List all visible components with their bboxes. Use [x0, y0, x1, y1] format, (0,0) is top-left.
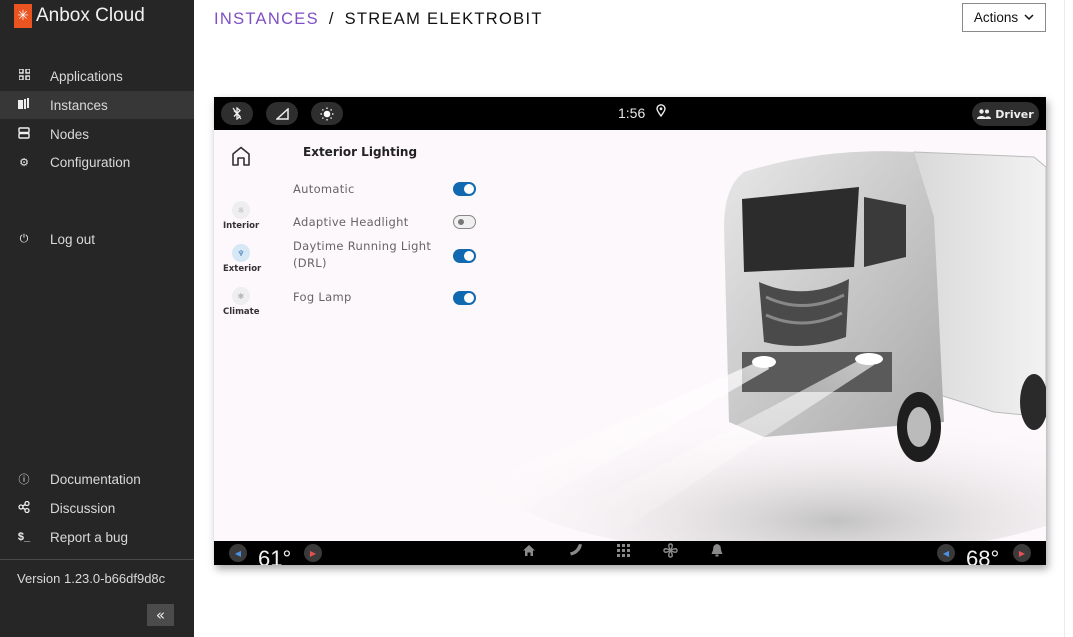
snowflake-icon: ❄ [232, 287, 250, 305]
actions-button[interactable]: Actions [962, 3, 1046, 32]
sidebar-item-label: Configuration [50, 154, 131, 170]
instances-icon [17, 97, 31, 113]
stream-status-bar: 1:56 Driver [214, 97, 1046, 130]
left-temp-decrease-button[interactable]: ◀ [229, 544, 247, 562]
sidebar-item-report-bug[interactable]: $_ Report a bug [0, 523, 194, 551]
apps-grid-icon[interactable] [613, 543, 633, 561]
sidebar-item-label: Instances [50, 97, 108, 113]
anbox-logo-icon: ✳ [14, 4, 32, 28]
version-label: Version 1.23.0-b66df9d8c [17, 571, 166, 586]
brightness-button[interactable] [311, 102, 343, 125]
logout-label: Log out [50, 231, 96, 247]
truck-image [474, 151, 1046, 542]
bluetooth-off-icon [232, 107, 242, 120]
fan-icon[interactable] [660, 543, 680, 562]
sidebar-item-documentation[interactable]: ⓘ Documentation [0, 465, 194, 493]
people-icon [977, 109, 992, 119]
side-nav-exterior[interactable]: ♆ Exterior [223, 244, 262, 274]
bell-icon[interactable] [707, 543, 727, 561]
automatic-toggle[interactable] [453, 182, 476, 196]
share-icon [17, 500, 31, 516]
terminal-icon: $_ [17, 531, 31, 543]
adaptive-headlight-toggle[interactable] [453, 215, 476, 229]
logo[interactable]: ✳ Anbox Cloud [14, 4, 145, 28]
chevron-left-icon: ◀ [234, 548, 242, 558]
drl-toggle[interactable] [453, 249, 476, 263]
right-temp-increase-button[interactable]: ▶ [1013, 544, 1031, 562]
driver-profile-button[interactable]: Driver [972, 102, 1039, 126]
applications-icon [17, 68, 31, 83]
sidebar-item-label: Discussion [50, 500, 116, 516]
sidebar-item-label: Applications [50, 68, 123, 84]
left-temperature: 61° [258, 546, 292, 565]
panel-title: Exterior Lighting [303, 145, 418, 159]
page-title: STREAM ELEKTROBIT [344, 10, 543, 28]
clock: 1:56 [618, 105, 646, 121]
side-nav-label: Interior [223, 221, 260, 231]
brand-name: Anbox Cloud [36, 5, 145, 26]
gear-icon: ⚙ [19, 156, 29, 169]
instance-stream-view[interactable]: 1:56 Driver Exterior Lighting ☼ Interior… [214, 97, 1046, 565]
setting-drl-label: Daytime Running Light (DRL) [293, 239, 432, 270]
brightness-icon [320, 107, 334, 120]
side-nav-label: Climate [223, 307, 260, 317]
breadcrumb-separator: / [328, 10, 335, 28]
sidebar-item-configuration[interactable]: ⚙ Configuration [0, 148, 194, 176]
right-temp-decrease-button[interactable]: ◀ [937, 544, 955, 562]
page-edge-divider [1064, 0, 1065, 637]
collapse-sidebar-button[interactable]: « [147, 604, 174, 626]
sidebar-item-instances[interactable]: Instances [0, 91, 194, 119]
stream-dock-bar: ◀ 61° ▶ ◀ 68° ▶ [214, 541, 1046, 565]
setting-fog-lamp-label: Fog Lamp [293, 290, 352, 304]
interior-light-icon: ☼ [232, 201, 250, 219]
exterior-light-icon: ♆ [232, 244, 250, 262]
bluetooth-button[interactable] [221, 102, 253, 125]
breadcrumb-instances-link[interactable]: INSTANCES [214, 10, 319, 28]
side-nav-interior[interactable]: ☼ Interior [223, 201, 259, 231]
side-nav-label: Exterior [223, 264, 262, 274]
signal-button[interactable] [266, 102, 298, 125]
home-icon[interactable] [519, 543, 539, 561]
side-nav-climate[interactable]: ❄ Climate [223, 287, 260, 317]
left-temp-increase-button[interactable]: ▶ [304, 544, 322, 562]
actions-label: Actions [973, 10, 1019, 25]
sidebar-item-label: Report a bug [50, 529, 129, 545]
sidebar-item-applications[interactable]: Applications [0, 62, 194, 90]
home-icon[interactable] [230, 145, 252, 167]
fog-lamp-toggle[interactable] [453, 291, 476, 305]
driver-label: Driver [995, 107, 1034, 121]
sidebar: ✳ Anbox Cloud Applications Instances Nod… [0, 0, 194, 637]
chevron-down-icon [1024, 14, 1034, 21]
info-icon: ⓘ [18, 474, 30, 486]
chevron-right-icon: ▶ [309, 548, 317, 558]
sidebar-item-nodes[interactable]: Nodes [0, 120, 194, 148]
sidebar-divider [0, 559, 194, 560]
power-icon: ⏻ [19, 232, 29, 245]
logout-button[interactable]: ⏻ Log out [0, 225, 194, 253]
setting-adaptive-headlight-label: Adaptive Headlight [293, 215, 409, 229]
chevron-right-icon: ▶ [1018, 548, 1026, 558]
sidebar-item-label: Nodes [50, 126, 90, 142]
sidebar-item-label: Documentation [50, 471, 141, 487]
chevron-left-icon: ◀ [942, 548, 950, 558]
nodes-icon [17, 126, 31, 142]
right-temperature: 68° [966, 546, 1000, 565]
breadcrumb: INSTANCES / STREAM ELEKTROBIT [214, 10, 543, 29]
location-pin-icon [656, 104, 666, 121]
setting-automatic-label: Automatic [293, 182, 355, 196]
double-chevron-left-icon: « [155, 606, 166, 624]
sidebar-item-discussion[interactable]: Discussion [0, 494, 194, 522]
phone-icon[interactable] [566, 543, 586, 561]
signal-icon [275, 107, 289, 120]
